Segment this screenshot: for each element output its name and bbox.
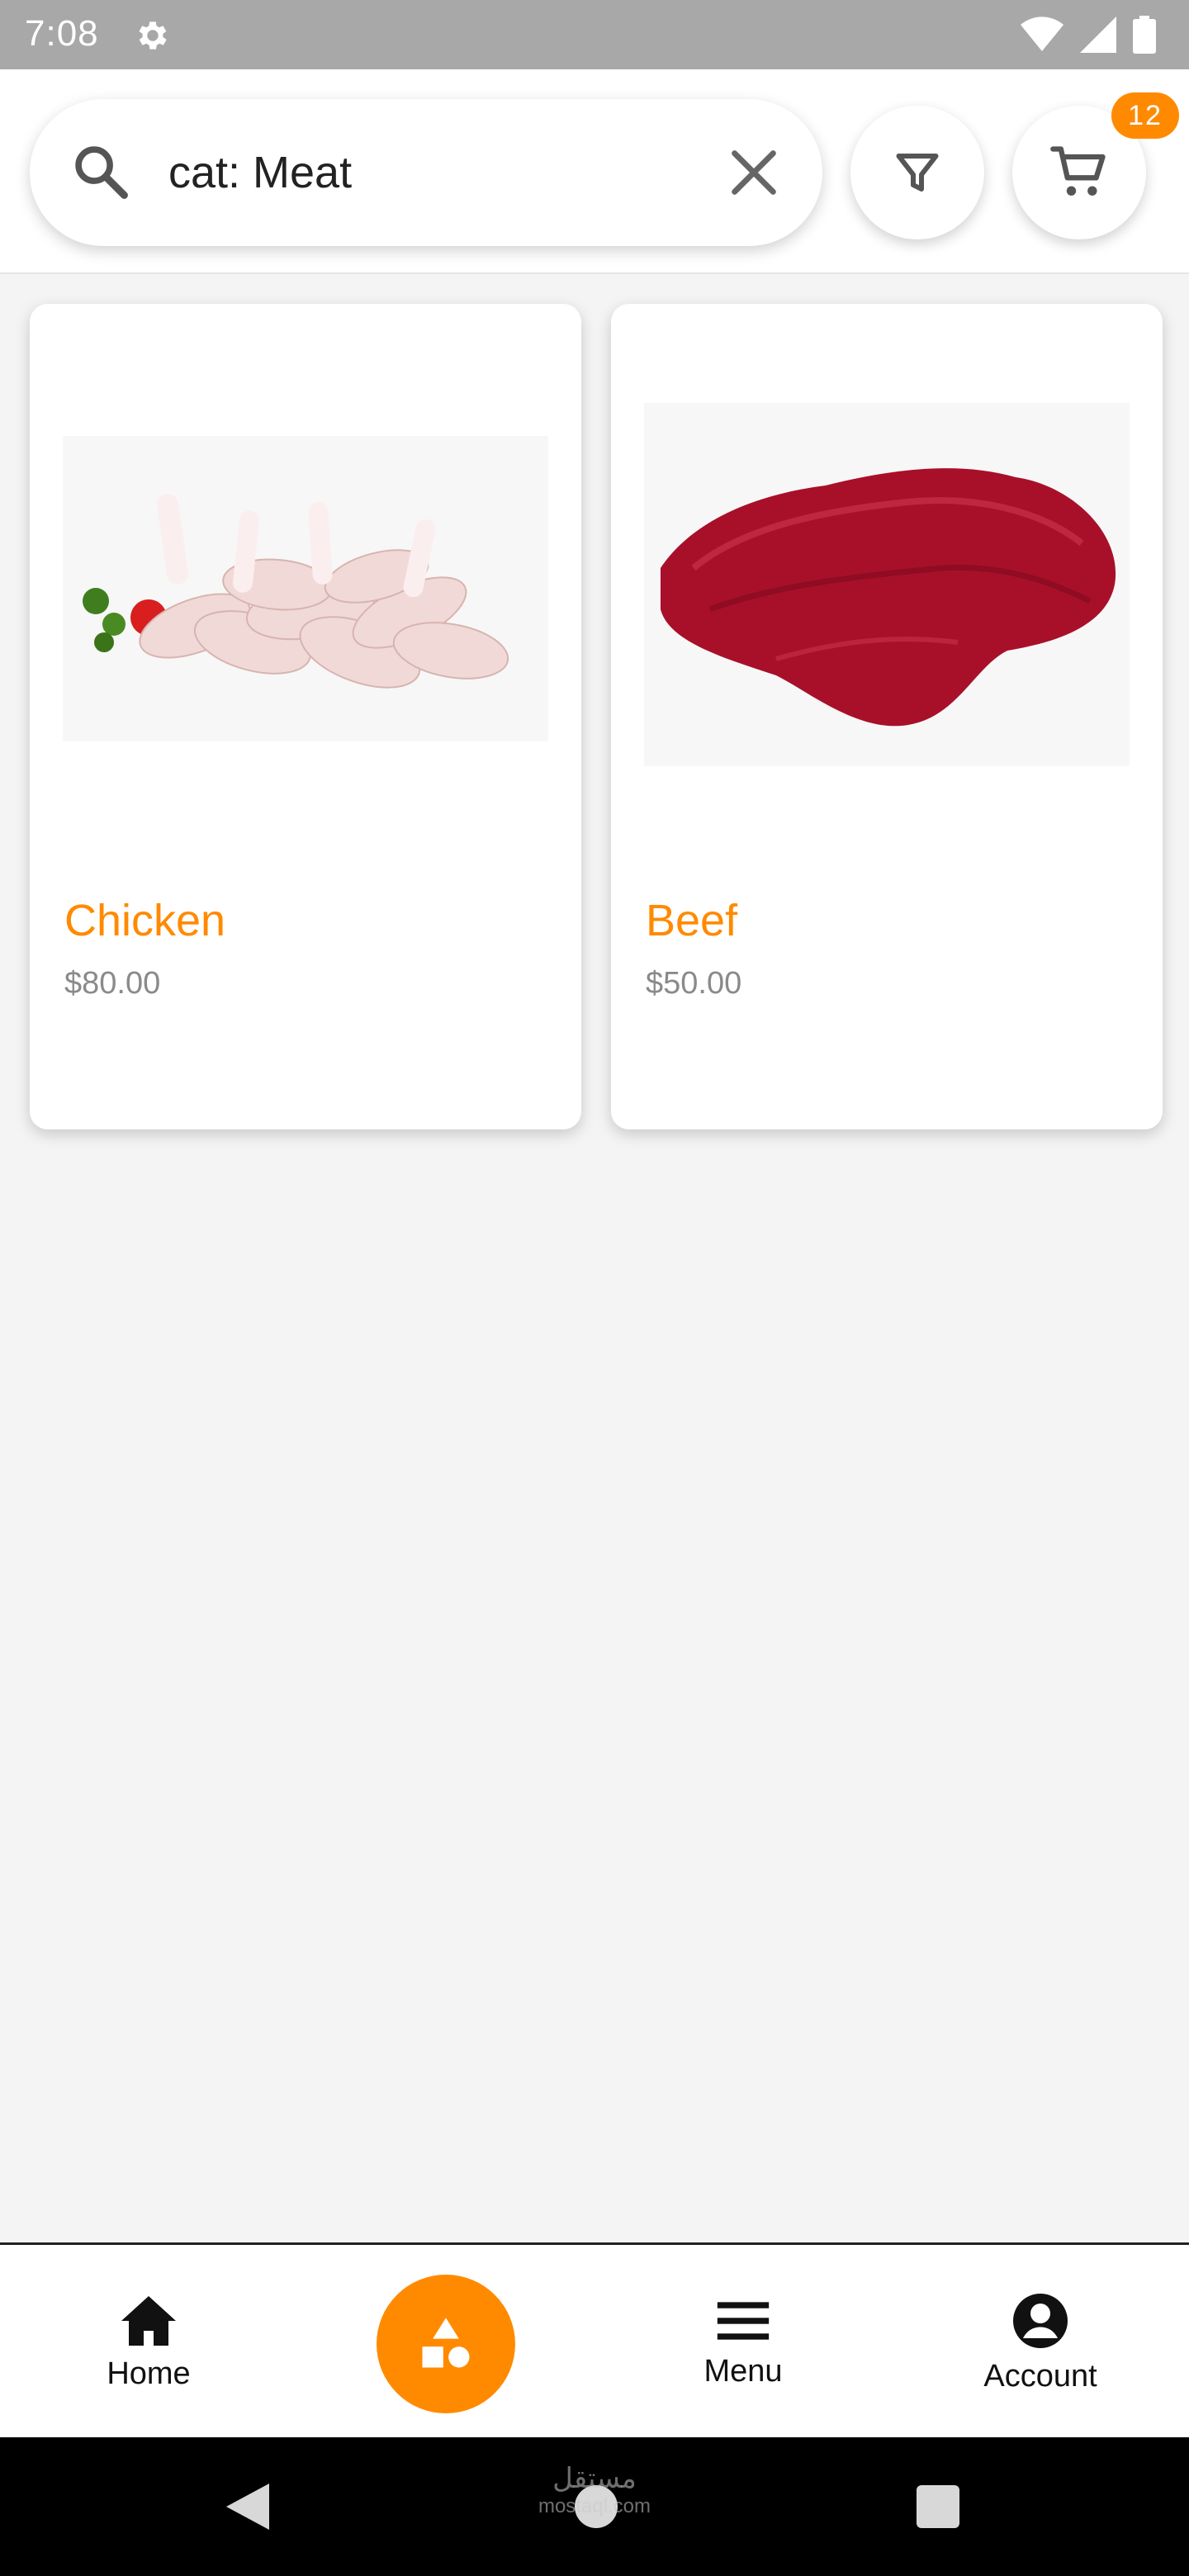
filter-icon (896, 154, 939, 192)
beef-image (644, 403, 1130, 766)
status-bar: 7:08 (0, 0, 1189, 69)
nav-account[interactable]: Account (917, 2245, 1164, 2440)
categories-button[interactable] (377, 2275, 515, 2413)
watermark-sub: mostaql.com (538, 2495, 651, 2517)
cart-icon (1050, 146, 1106, 196)
nav-menu-label: Menu (703, 2353, 783, 2389)
product-price: $50.00 (646, 966, 742, 1001)
back-icon[interactable] (223, 2480, 272, 2533)
search-icon[interactable] (69, 140, 132, 203)
cart-count-badge: 12 (1111, 92, 1179, 139)
battery-icon (1133, 16, 1156, 54)
system-navigation-bar: مستقل mostaql.com (0, 2437, 1189, 2576)
product-card-chicken[interactable]: Chicken $80.00 (30, 304, 581, 1129)
account-icon (1013, 2293, 1068, 2348)
filter-button[interactable] (850, 106, 984, 239)
watermark: مستقل mostaql.com (512, 2462, 677, 2518)
menu-icon (717, 2301, 770, 2340)
close-icon[interactable] (725, 144, 783, 201)
search-input[interactable] (168, 99, 697, 246)
home-icon (121, 2295, 176, 2346)
status-time: 7:08 (25, 13, 99, 54)
search-bar[interactable] (30, 99, 822, 246)
product-name: Chicken (64, 896, 226, 945)
bottom-navigation: Home Menu Account (0, 2242, 1189, 2437)
system-indicators (1021, 15, 1156, 54)
product-price: $80.00 (64, 966, 161, 1001)
watermark-text: مستقل (552, 2463, 637, 2494)
product-card-beef[interactable]: Beef $50.00 (611, 304, 1163, 1129)
nav-home-label: Home (107, 2356, 191, 2391)
product-name: Beef (646, 896, 738, 945)
nav-account-label: Account (983, 2358, 1097, 2394)
nav-menu[interactable]: Menu (619, 2245, 867, 2440)
signal-icon (1080, 17, 1116, 53)
categories-icon (422, 2318, 470, 2368)
wifi-icon (1021, 17, 1063, 51)
chicken-image (63, 436, 548, 741)
recents-icon[interactable] (917, 2485, 959, 2528)
settings-icon (139, 21, 167, 50)
nav-home[interactable]: Home (25, 2245, 272, 2440)
header: 12 (0, 69, 1189, 274)
